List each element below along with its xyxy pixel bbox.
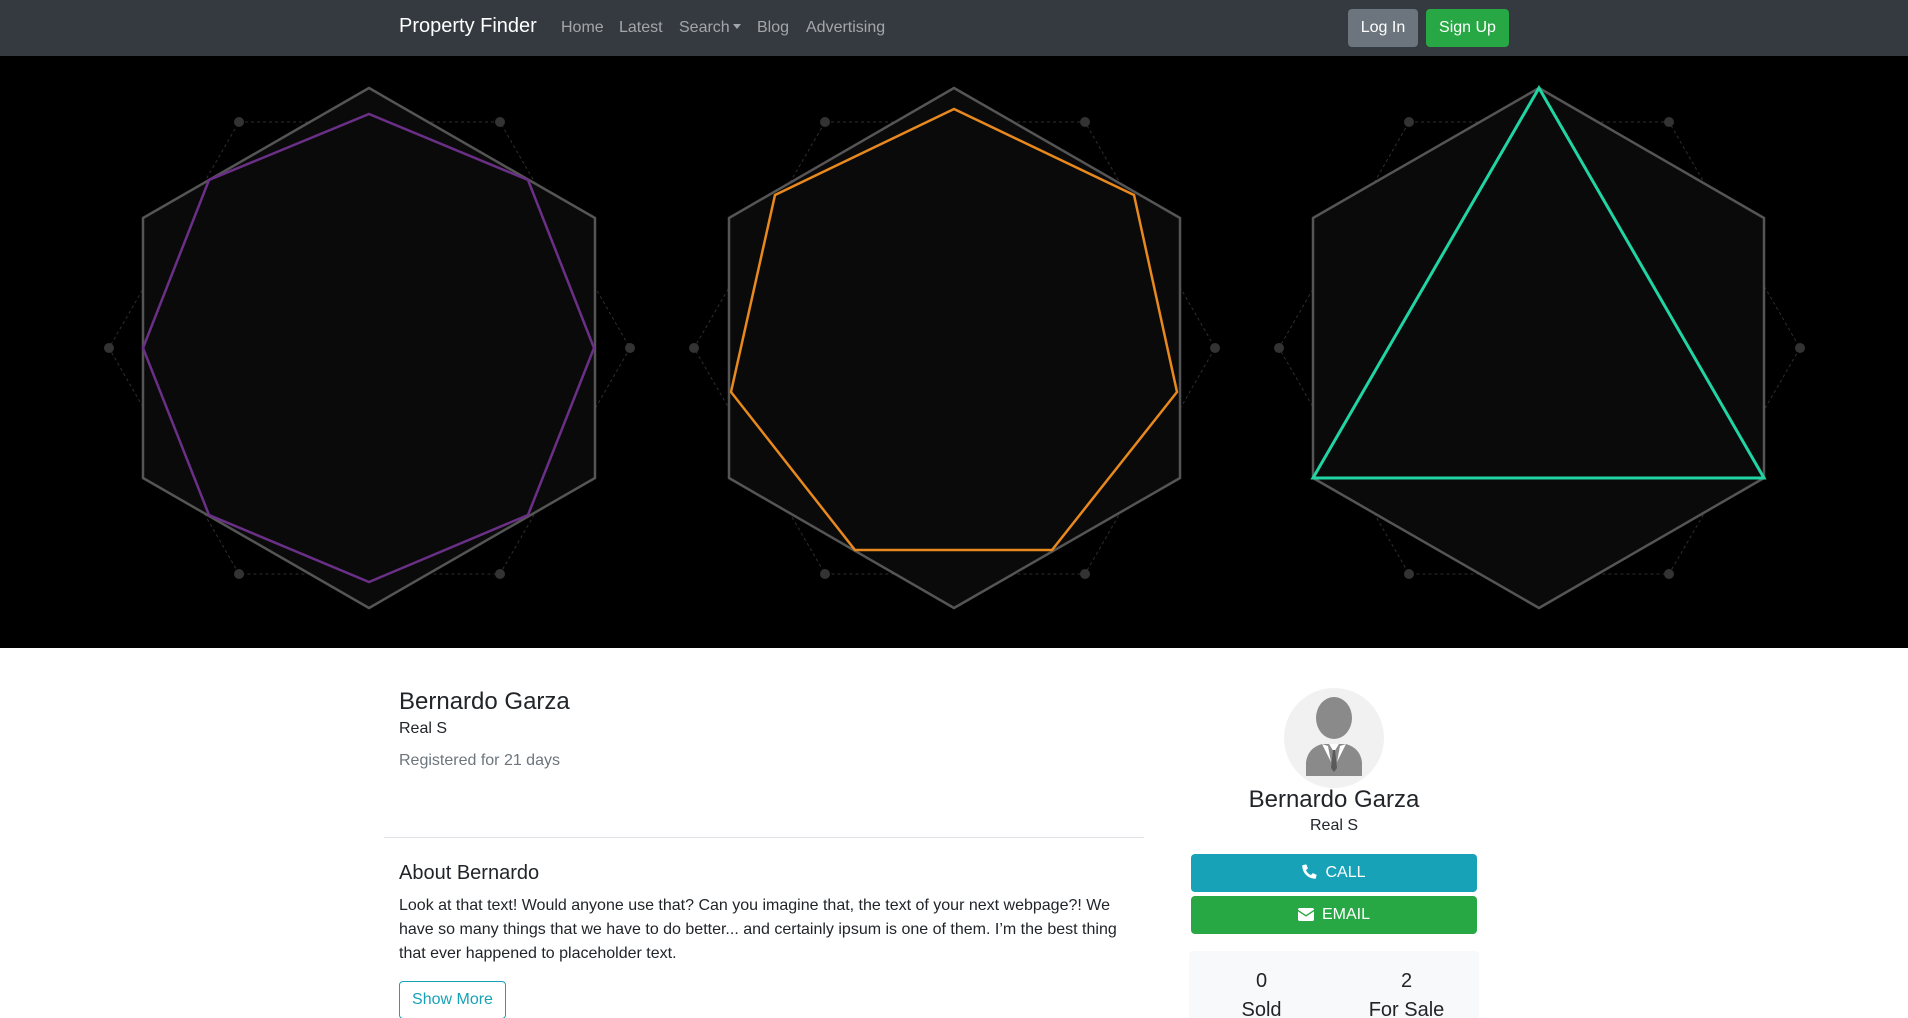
email-button[interactable]: EMAIL [1191, 896, 1477, 934]
show-more-button[interactable]: Show More [399, 981, 506, 1018]
about-text: Look at that text! Would anyone use that… [399, 897, 1117, 962]
envelope-icon [1297, 908, 1314, 921]
stat-sold: 0 Sold [1189, 969, 1334, 1018]
heptagon-shape-group [689, 86, 1220, 610]
nav-home-link[interactable]: Home [561, 19, 604, 37]
signup-button[interactable]: Sign Up [1426, 9, 1509, 47]
call-label: CALL [1325, 864, 1366, 881]
avatar [1284, 688, 1384, 788]
top-navbar: Property Finder Home Latest Search Blog … [0, 0, 1908, 56]
stat-sold-value: 0 [1255, 970, 1268, 992]
email-label: EMAIL [1321, 906, 1370, 923]
nav-search-dropdown[interactable]: Search [679, 19, 741, 37]
stat-sold-label: Sold [1241, 999, 1282, 1018]
card-agent-title: Real S [1309, 817, 1359, 834]
section-divider [384, 837, 1144, 838]
call-button[interactable]: CALL [1191, 854, 1477, 892]
octagon-shape-group [104, 86, 635, 610]
nav-blog-link[interactable]: Blog [757, 19, 789, 37]
nav-search-label: Search [679, 19, 730, 36]
geometric-shapes-graphic [104, 85, 1805, 610]
hero-banner [0, 56, 1908, 648]
agent-title: Real S [399, 720, 448, 737]
nav-advertising-link[interactable]: Advertising [806, 19, 885, 37]
login-button[interactable]: Log In [1348, 9, 1418, 47]
chevron-down-icon [732, 24, 741, 29]
about-heading: About Bernardo [399, 862, 540, 884]
brand-link[interactable]: Property Finder [399, 15, 537, 38]
stat-for-sale: 2 For Sale [1334, 969, 1479, 1018]
agent-stats-panel: 0 Sold 2 For Sale [1189, 951, 1479, 1018]
phone-icon [1302, 864, 1318, 879]
stat-for-sale-value: 2 [1400, 970, 1413, 992]
registered-duration: Registered for 21 days [399, 752, 560, 769]
nav-latest-link[interactable]: Latest [619, 19, 663, 37]
agent-name-heading: Bernardo Garza [399, 688, 570, 715]
stat-for-sale-label: For Sale [1368, 999, 1445, 1018]
user-silhouette-icon [1306, 697, 1362, 776]
card-agent-name: Bernardo Garza [1248, 786, 1420, 813]
triangle-shape-group [1274, 85, 1805, 610]
